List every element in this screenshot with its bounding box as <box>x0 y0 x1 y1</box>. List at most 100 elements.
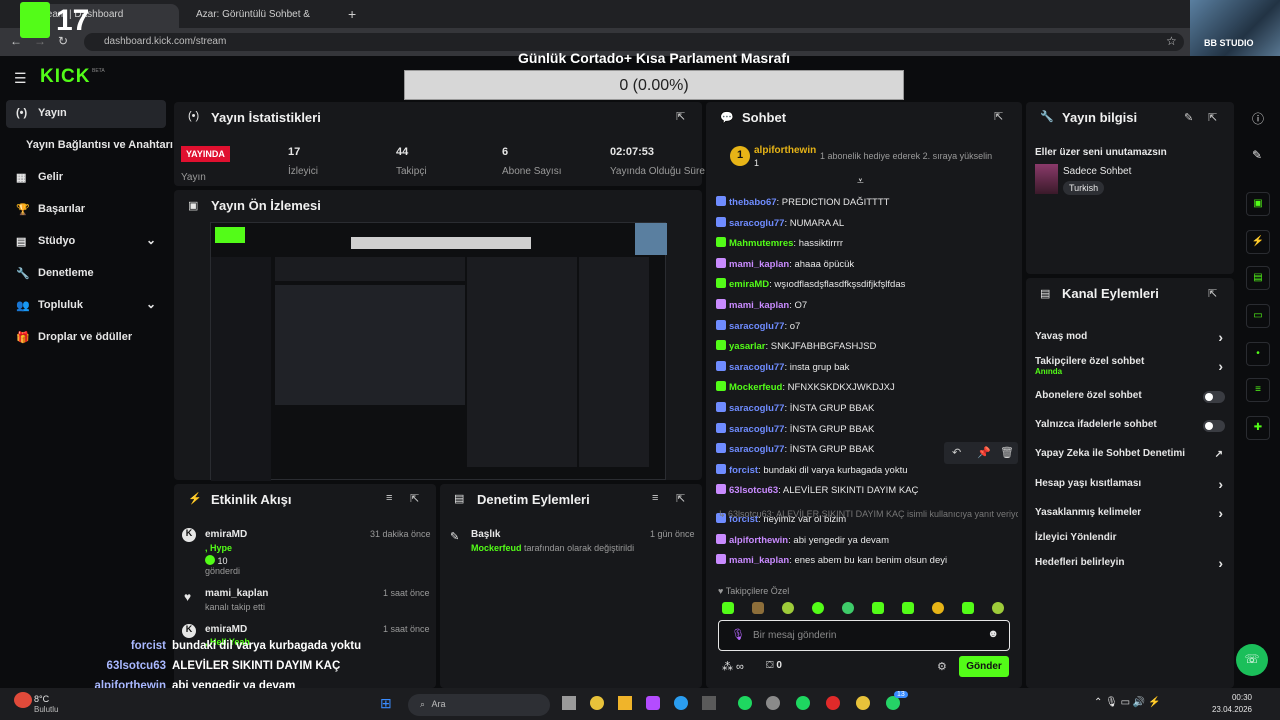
chat-message[interactable]: alpiforthewin: abi yengedir ya devam <box>716 533 1016 554</box>
points-display[interactable]: ⛋ 0 <box>766 660 782 671</box>
action-emotes-only[interactable]: Yalnızca ifadelerle sohbet <box>1035 419 1225 439</box>
chat-username[interactable]: alpiforthewin <box>729 535 788 546</box>
chat-message[interactable]: saracoglu77: NUMARA AL <box>716 216 1016 237</box>
community-icon[interactable]: ⁂ ∞ <box>722 660 744 673</box>
emote-icon[interactable] <box>752 602 764 614</box>
pinned-user[interactable]: alpiforthewin <box>754 145 816 156</box>
emote-icon[interactable] <box>992 602 1004 614</box>
chat-username[interactable]: Mockerfeud <box>729 382 782 393</box>
emote-icon[interactable] <box>902 602 914 614</box>
windows-start-icon[interactable]: ⊞ <box>380 695 392 712</box>
rail-stats-button[interactable]: ▣ <box>1246 192 1270 216</box>
bookmark-star-icon[interactable]: ☆ <box>1166 34 1177 48</box>
sidebar-item-stream-key[interactable]: Yayın Bağlantısı ve Anahtarı <box>6 132 173 160</box>
chrome-icon[interactable] <box>590 696 604 710</box>
chat-username[interactable]: mami_kaplan <box>729 555 789 566</box>
spotify-icon[interactable] <box>738 696 752 710</box>
emote-icon[interactable] <box>932 602 944 614</box>
emote-icon[interactable] <box>782 602 794 614</box>
system-tray-icons[interactable]: ⌃ 🎙 ▭ 🔊 ⚡ <box>1094 697 1161 708</box>
action-subscribers-only[interactable]: Abonelere özel sohbet <box>1035 390 1225 410</box>
action-slow-mode[interactable]: Yavaş mod › <box>1035 329 1225 351</box>
file-explorer-icon[interactable] <box>618 696 632 710</box>
chat-username[interactable]: saracoglu77 <box>729 444 784 455</box>
edge-icon[interactable] <box>674 696 688 710</box>
chrome-icon[interactable] <box>856 696 870 710</box>
hamburger-menu-icon[interactable]: ☰ <box>14 70 27 87</box>
action-followers-only[interactable]: Takipçilere özel sohbet Anında › <box>1035 356 1225 382</box>
action-ai-moderation[interactable]: Yapay Zeka ile Sohbet Denetimi ↗ <box>1035 448 1225 468</box>
sidebar-item-gelir[interactable]: ▦ Gelir <box>6 164 166 192</box>
chat-message[interactable]: emiraMD: wşıodflasdşflasdfkşsdifjkfşlfda… <box>716 278 1016 298</box>
chat-message[interactable]: yasarlar: SNKJFABHBGFASHJSD <box>716 340 1016 360</box>
emote-icon[interactable] <box>962 602 974 614</box>
action-banned-words[interactable]: Yasaklanmış kelimeler › <box>1035 505 1225 527</box>
task-view-icon[interactable] <box>562 696 576 710</box>
chat-message[interactable]: saracoglu77: İNSTA GRUP BBAK <box>716 422 1016 443</box>
sidebar-item-studyo[interactable]: ▤ Stüdyo ⌄ <box>6 228 166 256</box>
chat-username[interactable]: 63lsotcu63 <box>729 485 778 496</box>
subscribers-only-toggle[interactable] <box>1203 391 1225 403</box>
send-button[interactable]: Gönder <box>959 656 1009 677</box>
delete-icon[interactable]: 🗑 <box>1000 446 1014 459</box>
chat-message[interactable]: forcist: bundaki dil varya kurbagada yok… <box>716 463 1016 484</box>
new-tab-button[interactable]: + <box>348 6 356 22</box>
chat-username[interactable]: saracoglu77 <box>729 403 784 414</box>
support-chat-icon[interactable]: ☏ <box>1236 644 1268 676</box>
chat-username[interactable]: saracoglu77 <box>729 218 784 229</box>
emoji-icon[interactable]: ☻ <box>987 628 999 640</box>
rail-moderation-button[interactable]: ▤ <box>1246 266 1270 290</box>
app-icon[interactable] <box>826 696 840 710</box>
rail-tools-button[interactable]: ✚ <box>1246 416 1270 440</box>
chat-message[interactable]: mami_kaplan: ahaaa öpücük <box>716 257 1016 278</box>
sidebar-item-basarilar[interactable]: 🏆 Başarılar <box>6 196 166 224</box>
chat-username[interactable]: emiraMD <box>729 279 769 290</box>
chat-input[interactable]: 🎙 Bir mesaj gönderin ☻ <box>718 620 1010 651</box>
store-icon[interactable] <box>702 696 716 710</box>
chat-message[interactable]: mami_kaplan: enes abem bu karı benim ols… <box>716 554 1016 574</box>
chat-username[interactable]: forcist <box>729 465 758 476</box>
action-raid[interactable]: İzleyici Yönlendir <box>1035 532 1225 552</box>
reply-icon[interactable]: ↶ <box>952 446 961 459</box>
edit-icon[interactable]: ✎ <box>1184 111 1193 124</box>
popout-icon[interactable]: ⇱ <box>1208 287 1217 300</box>
emote-icon[interactable] <box>722 602 734 614</box>
chat-message[interactable]: saracoglu77: İNSTA GRUP BBAK <box>716 402 1016 422</box>
filter-icon[interactable]: ≡ <box>652 492 658 504</box>
chat-message[interactable]: saracoglu77: insta grup bak <box>716 360 1016 381</box>
popout-icon[interactable]: ⇱ <box>1208 111 1217 124</box>
rail-activity-button[interactable]: ⚡ <box>1246 230 1270 254</box>
action-account-age[interactable]: Hesap yaşı kısıtlaması › <box>1035 476 1225 498</box>
sidebar-item-droplar[interactable]: 🎁 Droplar ve ödüller <box>6 324 166 352</box>
chat-username[interactable]: saracoglu77 <box>729 362 784 373</box>
sidebar-item-topluluk[interactable]: 👥 Topluluk ⌄ <box>6 292 166 320</box>
popout-icon[interactable]: ⇱ <box>676 492 685 505</box>
chat-message[interactable]: mami_kaplan: O7 <box>716 299 1016 319</box>
whatsapp-icon[interactable] <box>886 696 900 710</box>
rail-broadcast-button[interactable]: • <box>1246 342 1270 366</box>
popout-icon[interactable]: ⇱ <box>994 110 1003 123</box>
chat-username[interactable]: mami_kaplan <box>729 300 789 311</box>
chat-message[interactable]: Mockerfeud: NFNXKSKDKXJWKDJXJ <box>716 381 1016 401</box>
activity-user[interactable]: emiraMD <box>205 529 247 540</box>
edit-icon[interactable]: ✎ <box>1252 148 1262 162</box>
chat-username[interactable]: thebabo67 <box>729 197 777 208</box>
rail-chat-button[interactable]: ▭ <box>1246 304 1270 328</box>
activity-user[interactable]: mami_kaplan <box>205 588 268 599</box>
app-icon[interactable] <box>766 696 780 710</box>
activity-user[interactable]: emiraMD <box>205 624 247 635</box>
chat-username[interactable]: mami_kaplan <box>729 259 789 270</box>
sidebar-item-yayin[interactable]: (•) Yayın <box>6 100 166 128</box>
tab-azar[interactable]: Azar: Görüntülü Sohbet & <box>186 4 336 28</box>
category-name[interactable]: Sadece Sohbet <box>1063 166 1131 177</box>
clock-time[interactable]: 00:30 <box>1212 693 1252 702</box>
kick-logo[interactable]: KICK <box>40 66 90 88</box>
chat-username[interactable]: saracoglu77 <box>729 321 784 332</box>
emote-icon[interactable] <box>842 602 854 614</box>
emote-icon[interactable] <box>872 602 884 614</box>
chat-username[interactable]: yasarlar <box>729 341 765 352</box>
collapse-icon[interactable]: ⩡ <box>857 174 864 189</box>
emotes-only-toggle[interactable] <box>1203 420 1225 432</box>
popout-icon[interactable]: ⇱ <box>410 492 419 505</box>
chat-message[interactable]: 63lsotcu63: ALEVİLER SIKINTI DAYIM KAÇ <box>716 484 1016 504</box>
